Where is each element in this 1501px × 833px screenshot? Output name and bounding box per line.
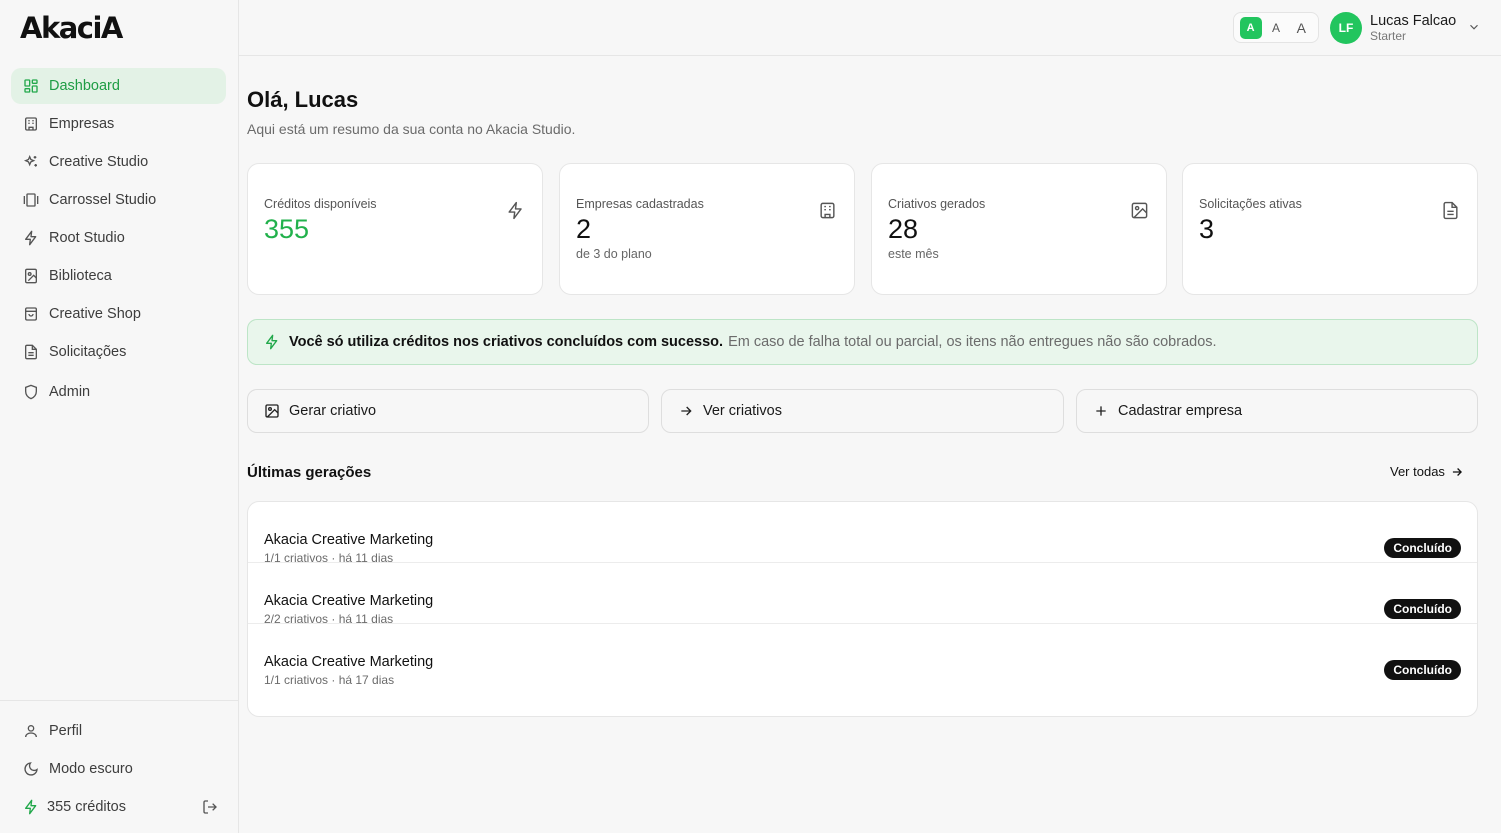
user-plan: Starter [1370,29,1407,43]
shopping-bag-icon [23,306,39,322]
credits-notice: Você só utiliza créditos nos criativos c… [247,319,1478,365]
list-item[interactable]: Akacia Creative Marketing 2/2 criativos … [248,563,1477,626]
sidebar-item-label: Biblioteca [49,268,112,284]
sidebar-item-empresas[interactable]: Empresas [11,106,226,142]
user-icon [23,723,39,739]
button-label: Ver criativos [703,403,782,419]
sidebar: AkaciA Dashboard Empresas Creative Studi… [0,0,239,833]
moon-icon [23,761,39,777]
stat-card-companies: Empresas cadastradas 2 de 3 do plano [559,163,855,295]
sidebar-item-biblioteca[interactable]: Biblioteca [11,258,226,294]
logout-icon[interactable] [202,799,218,815]
sidebar-item-dashboard[interactable]: Dashboard [11,68,226,104]
arrow-right-icon [1450,465,1464,479]
zap-icon [506,201,525,220]
chevron-down-icon[interactable] [1467,20,1481,34]
library-icon [23,268,39,284]
stat-card-credits: Créditos disponíveis 355 [247,163,543,295]
generate-creative-button[interactable]: Gerar criativo [247,389,649,433]
dark-mode-toggle[interactable]: Modo escuro [11,751,228,787]
sidebar-item-label: Root Studio [49,230,125,246]
recent-generations-list: Akacia Creative Marketing 1/1 criativos … [247,501,1478,717]
file-text-icon [23,344,39,360]
notice-strong-text: Você só utiliza créditos nos criativos c… [289,334,724,350]
button-label: Cadastrar empresa [1118,403,1243,419]
button-label: Gerar criativo [289,403,377,419]
stat-label: Solicitações ativas [1199,197,1302,211]
stat-card-requests: Solicitações ativas 3 [1182,163,1478,295]
font-size-medium-button[interactable]: A [1265,17,1287,39]
building-icon [818,201,837,220]
status-badge: Concluído [1384,538,1461,558]
top-bar: A A A LF Lucas Falcao Starter [239,0,1501,56]
generation-title: Akacia Creative Marketing [264,532,434,548]
font-size-large-button[interactable]: A [1290,17,1312,39]
stat-value: 355 [264,214,310,244]
generation-meta: 1/1 criativos · há 17 dias [264,673,395,687]
sidebar-item-carrossel-studio[interactable]: Carrossel Studio [11,182,226,218]
arrow-right-icon [678,403,694,419]
view-creatives-button[interactable]: Ver criativos [661,389,1064,433]
shield-icon [23,384,39,400]
sidebar-item-label: Dashboard [49,78,120,94]
font-size-selector: A A A [1233,12,1319,43]
sidebar-item-admin[interactable]: Admin [11,374,226,410]
page-title: Olá, Lucas [247,87,359,112]
sidebar-item-label: Modo escuro [49,761,133,777]
credits-indicator: 355 créditos [11,789,228,825]
stat-label: Créditos disponíveis [264,197,377,211]
sidebar-item-label: Creative Studio [49,154,149,170]
sidebar-item-label: Empresas [49,116,115,132]
sparkles-icon [23,154,39,170]
stat-label: Empresas cadastradas [576,197,704,211]
sidebar-item-label: Creative Shop [49,306,141,322]
credits-label: 355 créditos [47,799,126,815]
page-subtitle: Aqui está um resumo da sua conta no Akac… [247,121,576,137]
stat-card-creatives: Criativos gerados 28 este mês [871,163,1167,295]
sidebar-item-label: Solicitações [49,344,127,360]
user-name[interactable]: Lucas Falcao [1370,13,1456,29]
plus-icon [1093,403,1109,419]
sidebar-footer: Perfil Modo escuro 355 créditos [0,700,239,825]
see-all-label: Ver todas [1390,464,1445,479]
image-icon [264,403,280,419]
file-text-icon [1441,201,1460,220]
generation-title: Akacia Creative Marketing [264,593,434,609]
status-badge: Concluído [1384,599,1461,619]
sidebar-item-perfil[interactable]: Perfil [11,713,228,749]
zap-icon [264,334,280,350]
gallery-icon [23,192,39,208]
avatar[interactable]: LF [1330,12,1362,44]
sidebar-item-root-studio[interactable]: Root Studio [11,220,226,256]
generation-title: Akacia Creative Marketing [264,654,434,670]
sidebar-item-label: Admin [49,384,91,400]
stat-sub: de 3 do plano [576,247,652,261]
sidebar-nav: Dashboard Empresas Creative Studio Carro… [11,68,226,412]
status-badge: Concluído [1384,660,1461,680]
sidebar-item-label: Carrossel Studio [49,192,157,208]
font-size-small-button[interactable]: A [1239,16,1262,39]
zap-icon [23,799,39,815]
image-icon [1130,201,1149,220]
sidebar-item-label: Perfil [49,723,83,739]
stat-value: 28 [888,214,919,244]
app-logo[interactable]: AkaciA [20,11,123,45]
list-item[interactable]: Akacia Creative Marketing 1/1 criativos … [248,624,1477,687]
sidebar-item-solicitacoes[interactable]: Solicitações [11,334,226,370]
list-item[interactable]: Akacia Creative Marketing 1/1 criativos … [248,502,1477,565]
stat-sub: este mês [888,247,939,261]
zap-icon [23,230,39,246]
building-icon [23,116,39,132]
sidebar-item-creative-shop[interactable]: Creative Shop [11,296,226,332]
stat-value: 3 [1199,214,1215,244]
sidebar-item-creative-studio[interactable]: Creative Studio [11,144,226,180]
notice-text: Em caso de falha total ou parcial, os it… [728,334,1217,350]
stat-label: Criativos gerados [888,197,986,211]
layout-grid-icon [23,78,39,94]
recent-generations-title: Últimas gerações [247,464,372,481]
see-all-link[interactable]: Ver todas [1390,464,1464,479]
stat-value: 2 [576,214,592,244]
add-company-button[interactable]: Cadastrar empresa [1076,389,1478,433]
